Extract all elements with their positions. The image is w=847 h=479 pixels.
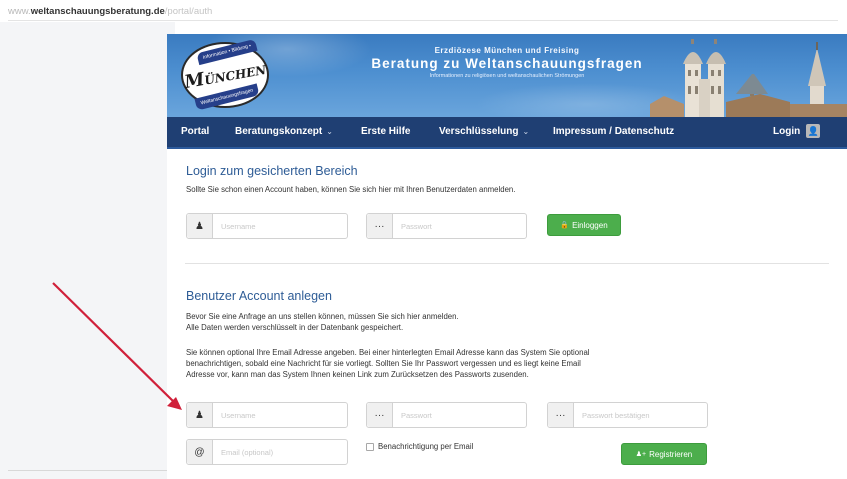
page-background-left: [0, 22, 175, 479]
nav-item-impressum[interactable]: Impressum / Datenschutz: [553, 117, 674, 147]
banner-line-2: Beratung zu Weltanschauungsfragen: [371, 56, 643, 71]
banner-line-3: Informationen zu religiösen und weltansc…: [429, 73, 585, 79]
nav-item-beratungskonzept[interactable]: Beratungskonzept ⌄: [235, 117, 333, 147]
url-host: weltanschauungsberatung.de: [30, 6, 165, 17]
user-icon: ♟: [187, 214, 213, 238]
url-bar[interactable]: www.weltanschauungsberatung.de/portal/au…: [0, 0, 847, 22]
page-container: Information • Bildung • Beratung MÜNCHEN…: [167, 34, 847, 479]
notify-email-checkbox-row[interactable]: Benachrichtigung per Email: [366, 442, 473, 451]
login-section-title: Login zum gesicherten Bereich: [186, 164, 358, 178]
dots-icon: ···: [367, 403, 393, 427]
nav-item-verschluesselung[interactable]: Verschlüsselung ⌄: [439, 117, 529, 147]
frauenkirche-skyline-image: [650, 39, 847, 117]
lock-icon: 🔒: [560, 222, 570, 229]
auth-card: Login zum gesicherten Bereich Sollte Sie…: [177, 149, 837, 479]
section-divider: [185, 263, 829, 264]
register-text-3: Sie können optional Ihre Email Adresse a…: [186, 348, 590, 357]
url-path: /portal/auth: [164, 6, 213, 17]
at-icon: @: [187, 440, 213, 464]
register-password-group: ···: [366, 402, 527, 428]
login-username-input[interactable]: [213, 214, 347, 238]
notify-email-label: Benachrichtigung per Email: [378, 442, 474, 451]
login-section-text: Sollte Sie schon einen Account haben, kö…: [186, 185, 516, 194]
register-username-input[interactable]: [213, 403, 347, 427]
register-text-4: benachrichtigen, sobald eine Nachricht f…: [186, 359, 581, 368]
main-navbar: Portal Beratungskonzept ⌄ Erste Hilfe Ver…: [167, 117, 847, 149]
register-email-group: @: [186, 439, 348, 465]
dots-icon: ···: [367, 214, 393, 238]
login-button[interactable]: 🔒 Einloggen: [547, 214, 621, 236]
register-text-2: Alle Daten werden verschlüsselt in der D…: [186, 323, 404, 332]
banner-title: Erzdiözese München und Freising Beratung…: [337, 46, 677, 79]
register-password-input[interactable]: [393, 403, 526, 427]
notify-email-checkbox[interactable]: [366, 442, 374, 451]
register-text-5: Adresse vor, kann man das System Ihnen k…: [186, 370, 529, 379]
register-text-1: Bevor Sie eine Anfrage an uns stellen kö…: [186, 312, 459, 321]
user-icon: ♟: [187, 403, 213, 427]
url-divider: [8, 20, 838, 21]
nav-item-portal[interactable]: Portal: [181, 117, 209, 147]
banner-line-1: Erzdiözese München und Freising: [434, 46, 580, 55]
register-button[interactable]: ♟+ Registrieren: [621, 443, 707, 465]
register-password-confirm-input[interactable]: [574, 403, 707, 427]
nav-item-erste-hilfe[interactable]: Erste Hilfe: [361, 117, 410, 147]
url-prefix: www.: [8, 6, 31, 17]
header-banner: Information • Bildung • Beratung MÜNCHEN…: [167, 34, 847, 117]
nav-login[interactable]: Login 👤: [773, 117, 821, 147]
chevron-down-icon: ⌄: [522, 127, 530, 136]
login-username-group: ♟: [186, 213, 348, 239]
dots-icon: ···: [548, 403, 574, 427]
register-password-confirm-group: ···: [547, 402, 708, 428]
register-username-group: ♟: [186, 402, 348, 428]
user-plus-icon: ♟+: [635, 451, 647, 458]
chevron-down-icon: ⌄: [326, 127, 333, 136]
site-logo[interactable]: Information • Bildung • Beratung MÜNCHEN…: [181, 38, 269, 111]
register-section-title: Benutzer Account anlegen: [186, 289, 332, 303]
login-password-group: ···: [366, 213, 527, 239]
register-email-input[interactable]: [213, 440, 347, 464]
user-icon: 👤: [806, 124, 821, 139]
login-password-input[interactable]: [393, 214, 526, 238]
